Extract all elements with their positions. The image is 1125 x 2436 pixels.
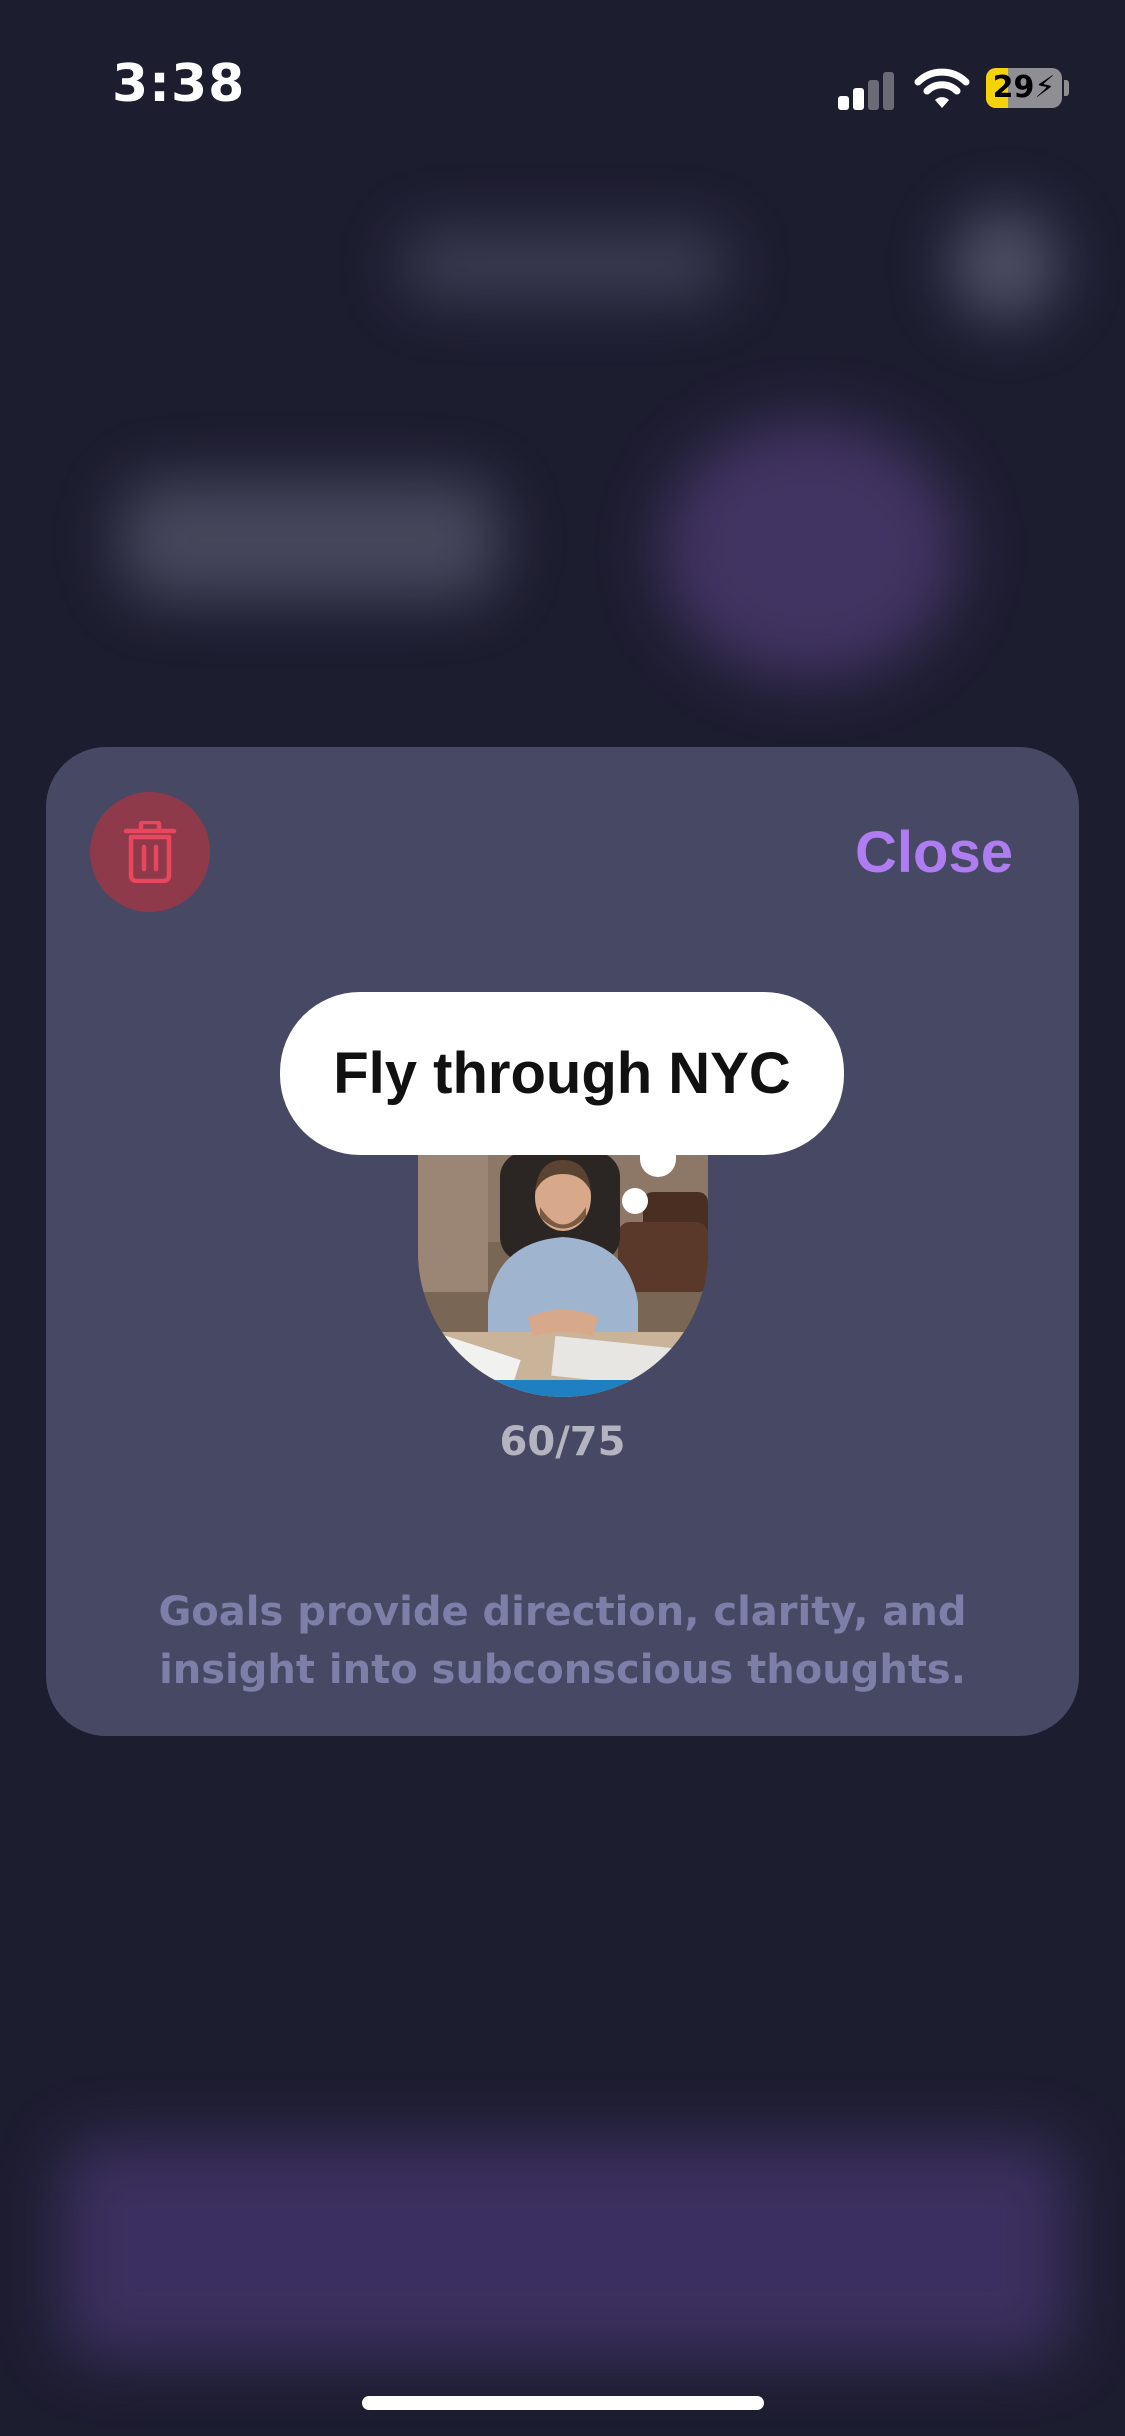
delete-button[interactable] [90,792,210,912]
battery-level: 29⚡ [992,70,1056,105]
thought-bubble-dot [622,1188,648,1214]
goal-card: Close Fly through NYC 60/75 Goals provid… [46,747,1079,1736]
battery-charging-icon: 29⚡ [986,68,1062,108]
home-indicator[interactable] [362,2396,764,2410]
blurred-background-element [950,210,1060,320]
wifi-icon [914,68,970,108]
blurred-background-element [120,480,500,600]
goal-progress-count: 60/75 [499,1419,626,1465]
goal-avatar-image [418,1152,708,1397]
status-time: 3:38 [112,54,246,114]
cellular-signal-icon [838,70,898,110]
blurred-background-element [60,2140,1070,2360]
battery-cap [1064,80,1069,96]
goal-description: Goals provide direction, clarity, and in… [158,1589,967,1693]
goal-title: Fly through NYC [333,1041,791,1106]
blurred-background-element [660,420,960,680]
goal-title-bubble: Fly through NYC [280,992,844,1155]
close-button[interactable]: Close [855,819,1013,886]
trash-icon [123,821,177,883]
blurred-background-element [400,230,730,300]
